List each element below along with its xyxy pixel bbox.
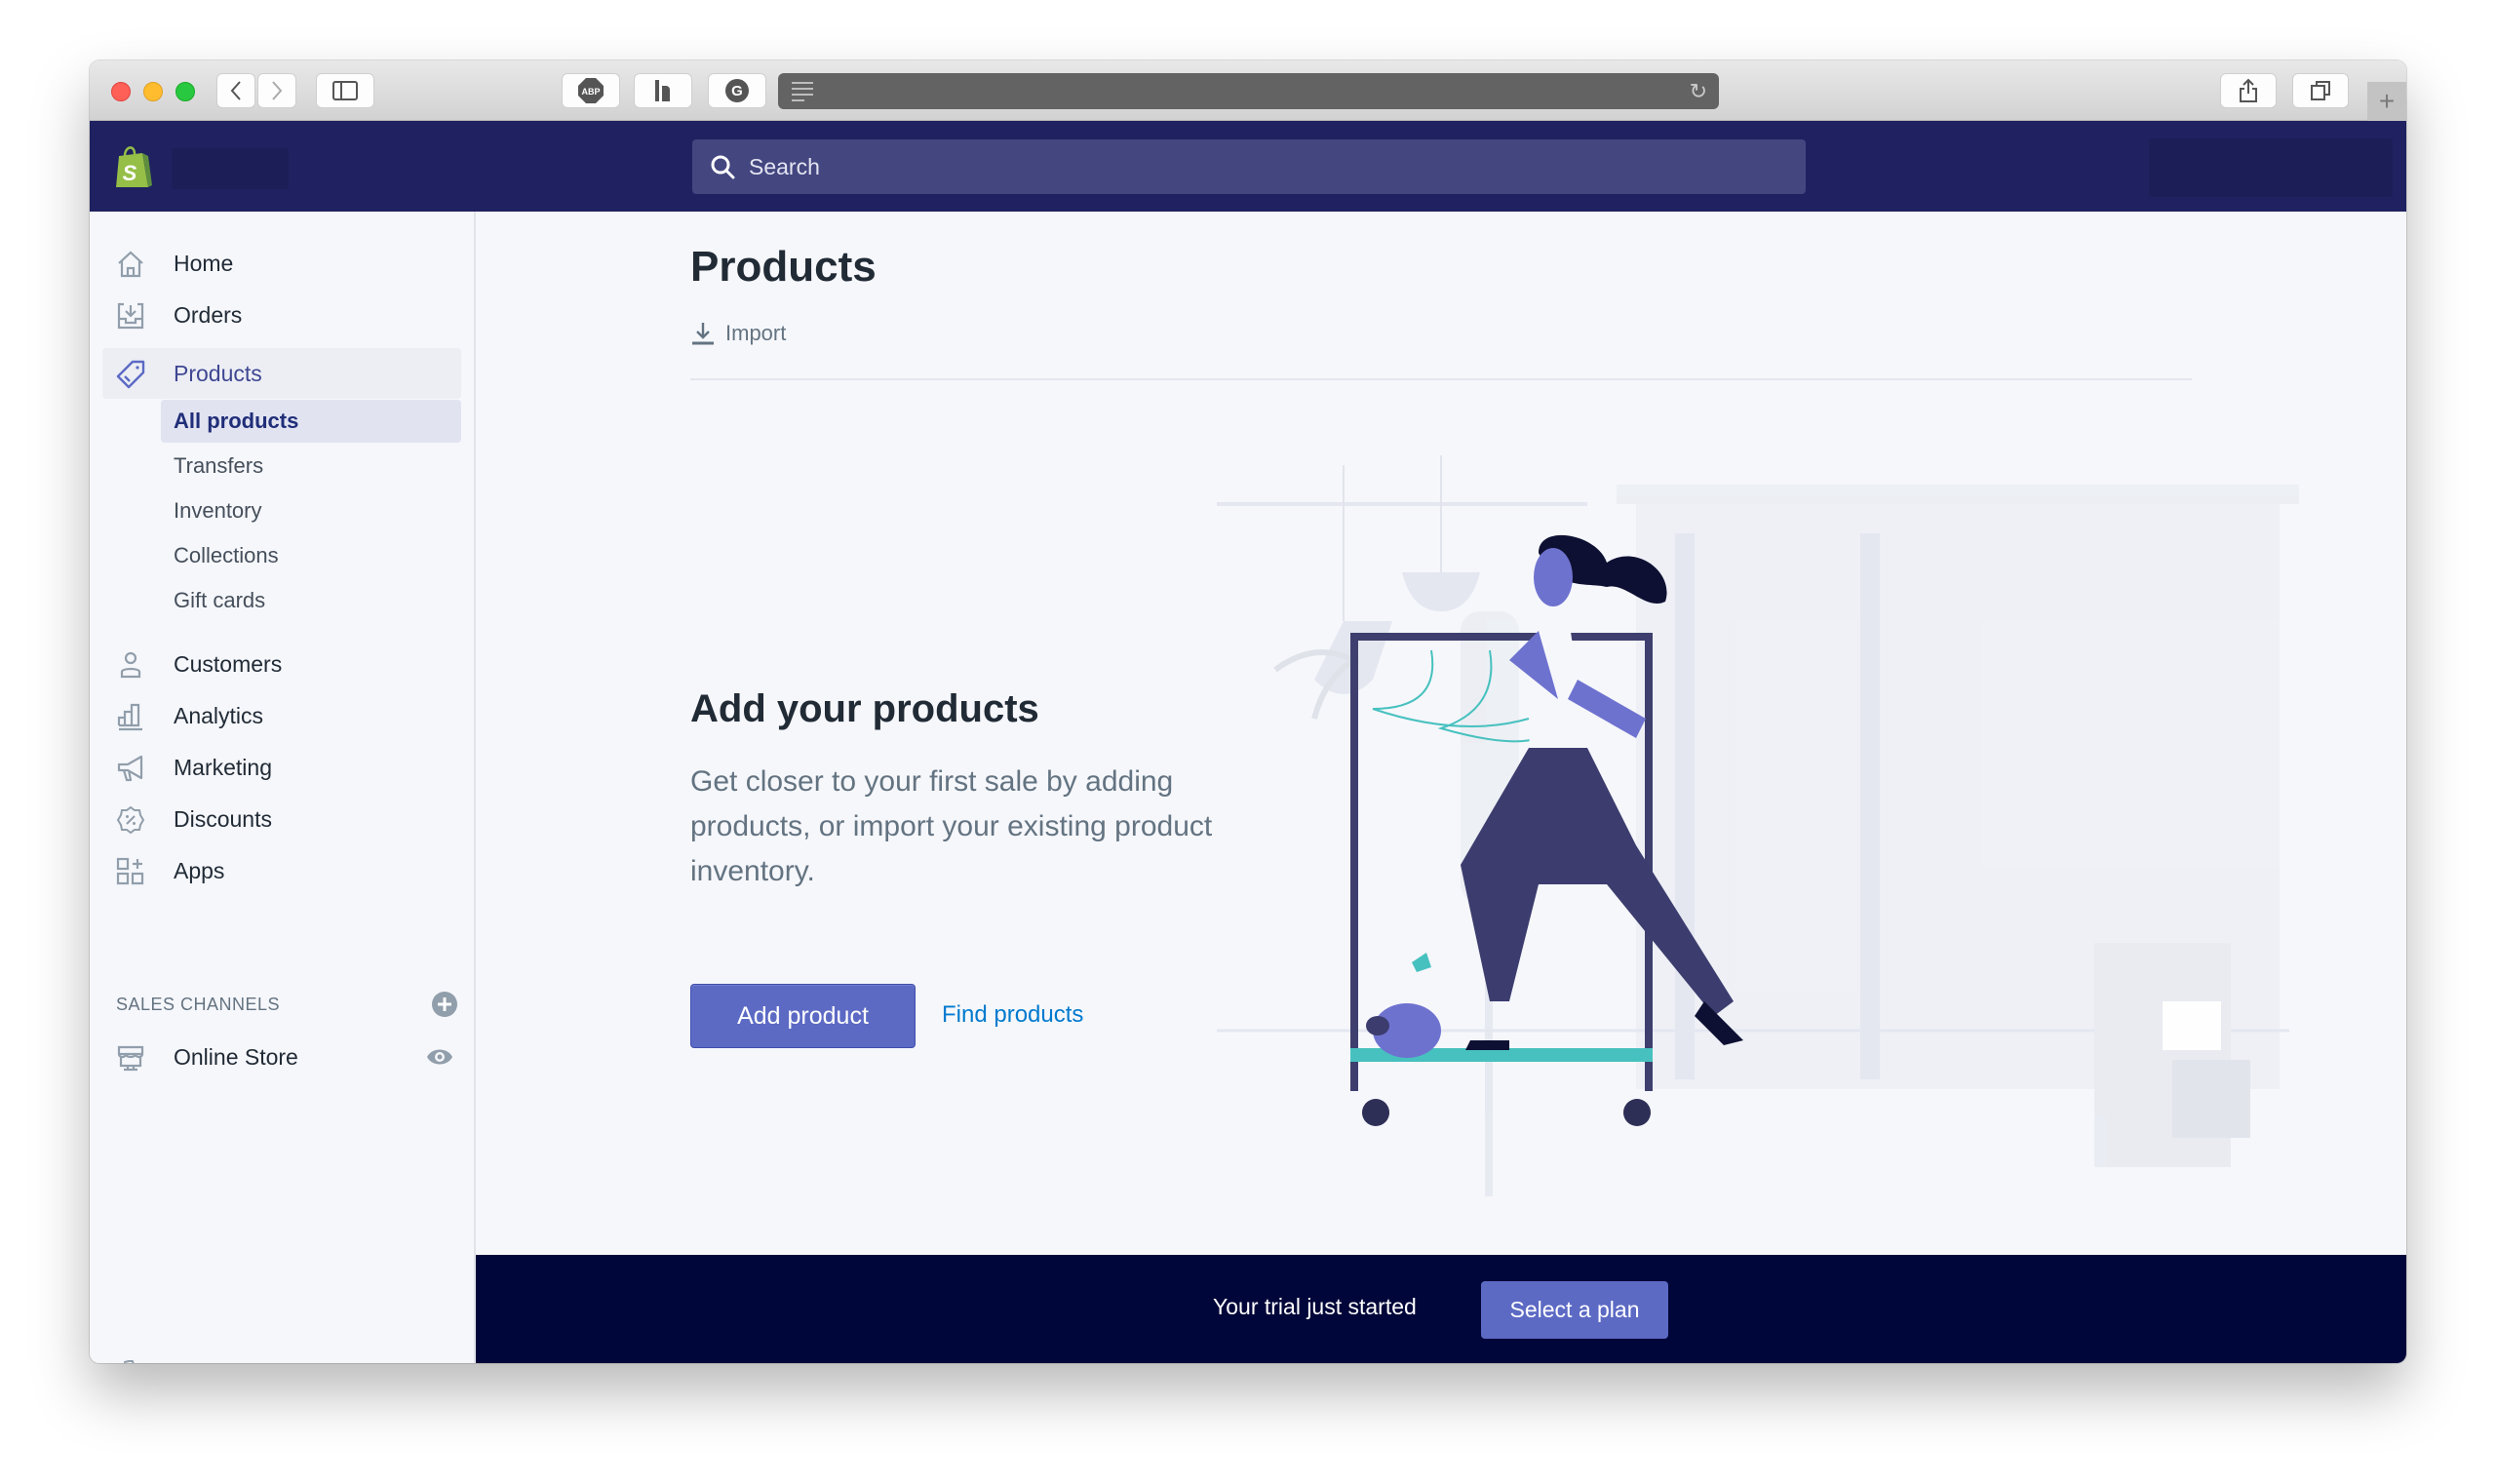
tabs-icon <box>2311 81 2330 100</box>
sidebar-item-label: Customers <box>174 650 283 677</box>
turtle <box>1366 953 1441 1058</box>
minimize-window-button[interactable] <box>143 82 163 101</box>
share-button[interactable] <box>2220 73 2277 108</box>
select-plan-button[interactable]: Select a plan <box>1481 1281 1668 1339</box>
reader-view-icon[interactable] <box>792 82 813 105</box>
dashlane-icon <box>655 80 670 101</box>
sidebar-subitem-all-products[interactable]: All products <box>161 400 461 443</box>
browser-window: ABP G ↻ + S Search Home Orders Products … <box>90 60 2406 1363</box>
sidebar-toggle-button[interactable] <box>316 73 374 108</box>
background-shop-scene <box>1217 455 2299 1196</box>
import-button[interactable]: Import <box>690 321 786 346</box>
dashlane-extension-button[interactable] <box>634 73 692 108</box>
back-button[interactable] <box>216 73 255 108</box>
sidebar-item-label: Products <box>174 360 262 386</box>
add-sales-channel-icon[interactable] <box>432 992 457 1017</box>
sidebar-item-discounts[interactable]: Discounts <box>102 794 461 844</box>
sidebar-subitem-label: Collections <box>174 543 279 567</box>
zoom-window-button[interactable] <box>176 82 195 101</box>
sidebar-item-orders[interactable]: Orders <box>102 290 461 340</box>
browser-toolbar: ABP G ↻ + <box>90 60 2406 121</box>
empty-state-heading: Add your products <box>690 687 1039 730</box>
sidebar-item-label: Discounts <box>174 805 272 832</box>
sidebar-subitem-label: Transfers <box>174 453 264 478</box>
adblock-extension-button[interactable]: ABP <box>562 73 620 108</box>
sidebar-subitem-transfers[interactable]: Transfers <box>161 445 461 488</box>
sidebar-item-apps[interactable]: Apps <box>102 845 461 896</box>
apps-grid-icon <box>116 857 144 885</box>
person-icon <box>120 651 141 679</box>
tag-icon <box>116 360 145 389</box>
sidebar-item-customers[interactable]: Customers <box>102 639 461 689</box>
admin-topbar: S Search <box>90 121 2406 212</box>
svg-text:G: G <box>731 83 743 99</box>
grammarly-icon: G <box>725 79 749 102</box>
discount-badge-icon <box>116 805 145 835</box>
megaphone-icon <box>117 755 143 782</box>
trial-message: Your trial just started <box>1213 1294 1417 1319</box>
storefront-icon <box>117 1045 144 1072</box>
chevron-right-icon <box>272 81 283 100</box>
header-divider <box>690 378 2192 380</box>
sidebar-item-label: Home <box>174 250 234 276</box>
sidebar-item-label: Apps <box>174 857 225 883</box>
sidebar: Home Orders Products All products Transf… <box>90 212 476 1363</box>
sidebar-item-settings[interactable]: Settings <box>102 1347 461 1363</box>
search-placeholder: Search <box>749 153 820 179</box>
sidebar-subitem-collections[interactable]: Collections <box>161 534 461 577</box>
new-tab-button[interactable]: + <box>2367 82 2406 121</box>
grammarly-extension-button[interactable]: G <box>708 73 766 108</box>
sidebar-icon <box>332 81 358 100</box>
find-products-link[interactable]: Find products <box>942 1001 1083 1029</box>
shopify-bag-icon[interactable]: S <box>113 144 152 189</box>
reload-icon[interactable]: ↻ <box>1690 79 1707 104</box>
trial-banner: Your trial just started Select a plan <box>476 1255 2406 1363</box>
sidebar-item-marketing[interactable]: Marketing <box>102 742 461 793</box>
sidebar-subitem-inventory[interactable]: Inventory <box>161 489 461 532</box>
empty-state-description: Get closer to your first sale by adding … <box>690 765 1213 887</box>
import-label: Import <box>725 321 787 345</box>
sidebar-item-label: Marketing <box>174 754 272 780</box>
main-content: Products Import Add your products Get cl… <box>476 212 2406 1255</box>
orders-inbox-icon <box>117 302 144 330</box>
share-icon <box>2240 78 2257 102</box>
store-name[interactable] <box>172 148 289 189</box>
adblock-icon: ABP <box>578 78 604 103</box>
sidebar-item-online-store[interactable]: Online Store <box>102 1032 461 1082</box>
account-menu[interactable] <box>2149 138 2393 197</box>
svg-text:S: S <box>123 161 137 185</box>
sidebar-subitem-label: Inventory <box>174 498 262 523</box>
forward-button[interactable] <box>257 73 296 108</box>
chevron-left-icon <box>230 81 241 100</box>
eye-icon[interactable] <box>426 1045 453 1069</box>
gear-icon <box>124 1360 135 1363</box>
sidebar-item-label: Settings <box>174 1360 254 1364</box>
import-icon <box>692 323 714 345</box>
add-product-button[interactable]: Add product <box>690 984 916 1048</box>
bar-chart-icon <box>117 703 142 731</box>
sidebar-item-products[interactable]: Products <box>102 348 461 399</box>
sidebar-subitem-gift-cards[interactable]: Gift cards <box>161 579 461 622</box>
sidebar-subitem-label: Gift cards <box>174 588 266 612</box>
address-bar[interactable]: ↻ <box>778 73 1719 109</box>
page-title: Products <box>690 243 877 291</box>
sidebar-item-home[interactable]: Home <box>102 238 461 289</box>
search-icon <box>711 155 735 179</box>
sidebar-item-analytics[interactable]: Analytics <box>102 690 461 741</box>
sales-channels-heading: SALES CHANNELS <box>116 994 281 1014</box>
sidebar-item-label: Analytics <box>174 702 264 728</box>
sidebar-item-label: Online Store <box>174 1043 298 1070</box>
tabs-overview-button[interactable] <box>2292 73 2349 108</box>
svg-text:ABP: ABP <box>581 87 600 97</box>
sidebar-subitem-label: All products <box>174 409 299 433</box>
close-window-button[interactable] <box>111 82 131 101</box>
sidebar-item-label: Orders <box>174 301 243 328</box>
search-input[interactable]: Search <box>692 139 1806 194</box>
home-icon <box>118 251 143 278</box>
sales-channels-header: SALES CHANNELS <box>116 990 457 1019</box>
empty-state-illustration <box>1217 455 2299 1196</box>
